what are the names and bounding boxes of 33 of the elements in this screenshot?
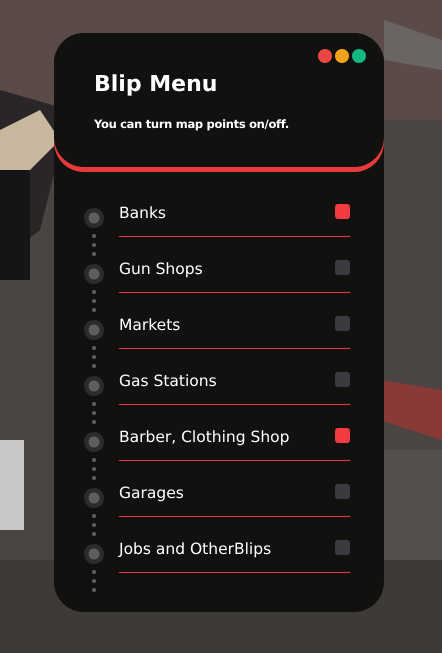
dotted-line-icon bbox=[92, 233, 96, 257]
window-dot-icon bbox=[352, 49, 366, 63]
checkbox[interactable] bbox=[335, 316, 350, 331]
checkbox[interactable] bbox=[335, 540, 350, 555]
bullet-icon bbox=[84, 432, 104, 452]
window-dot-icon bbox=[335, 49, 349, 63]
checkbox[interactable] bbox=[335, 484, 350, 499]
dotted-line-icon bbox=[92, 345, 96, 369]
blip-item[interactable]: Jobs and OtherBlips bbox=[119, 537, 350, 573]
window-dot-icon bbox=[318, 49, 332, 63]
dotted-line-icon bbox=[92, 401, 96, 425]
dotted-line-icon bbox=[92, 457, 96, 481]
bullet-icon bbox=[84, 264, 104, 284]
blip-item[interactable]: Banks bbox=[119, 201, 350, 237]
bullet-icon bbox=[84, 488, 104, 508]
bullet-icon bbox=[84, 544, 104, 564]
bullet-icon bbox=[84, 320, 104, 340]
checkbox[interactable] bbox=[335, 372, 350, 387]
blip-item[interactable]: Garages bbox=[119, 481, 350, 517]
bullet-icon bbox=[84, 208, 104, 228]
menu-title: Blip Menu bbox=[94, 71, 218, 99]
dotted-line-icon bbox=[92, 289, 96, 313]
checkbox[interactable] bbox=[335, 204, 350, 219]
dotted-line-icon bbox=[92, 513, 96, 537]
blip-item[interactable]: Gas Stations bbox=[119, 369, 350, 405]
checkbox[interactable] bbox=[335, 428, 350, 443]
menu-subtitle: You can turn map points on/off. bbox=[94, 117, 290, 131]
bullet-icon bbox=[84, 376, 104, 396]
blip-item[interactable]: Gun Shops bbox=[119, 257, 350, 293]
blip-item[interactable]: Barber, Clothing Shop bbox=[119, 425, 350, 461]
blip-item[interactable]: Markets bbox=[119, 313, 350, 349]
dotted-line-icon bbox=[92, 569, 96, 593]
checkbox[interactable] bbox=[335, 260, 350, 275]
